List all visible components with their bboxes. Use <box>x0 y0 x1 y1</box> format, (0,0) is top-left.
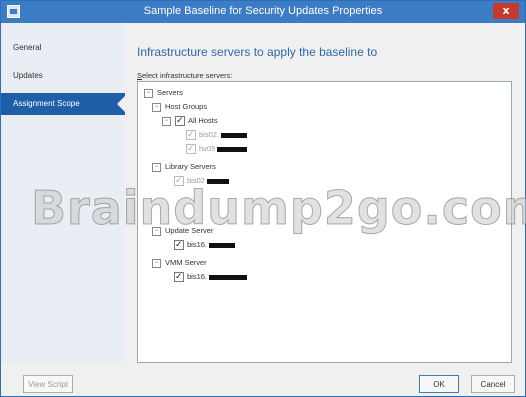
properties-dialog: Sample Baseline for Security Updates Pro… <box>0 0 526 397</box>
view-script-button[interactable]: View Script <box>23 375 73 393</box>
tree-node-host-1[interactable]: bis02. <box>186 128 248 141</box>
redaction-mark <box>209 274 248 280</box>
library-1-label: bis02 <box>187 176 205 185</box>
title-bar: Sample Baseline for Security Updates Pro… <box>1 1 525 23</box>
nav-item-assignment-scope[interactable]: Assignment Scope <box>1 93 125 115</box>
tree-node-all-hosts[interactable]: − All Hosts <box>162 114 218 127</box>
host-1-checkbox[interactable] <box>186 128 196 141</box>
collapse-icon[interactable]: − <box>152 102 161 112</box>
library-servers-label: Library Servers <box>165 162 216 171</box>
collapse-icon[interactable]: − <box>152 162 161 172</box>
page-heading: Infrastructure servers to apply the base… <box>137 45 378 59</box>
nav-item-general[interactable]: General <box>1 37 125 59</box>
tree-node-vmm-1[interactable]: bis16. <box>174 270 248 283</box>
host-1-label: bis02. <box>199 130 220 139</box>
vmm-1-checkbox[interactable] <box>174 270 184 283</box>
nav-item-updates[interactable]: Updates <box>1 65 125 87</box>
infrastructure-server-tree[interactable]: −Servers −Host Groups −All Hosts bis02. … <box>137 81 512 363</box>
tree-node-servers[interactable]: − Servers <box>144 87 183 99</box>
redaction-mark <box>221 132 248 138</box>
tree-node-update-server[interactable]: − Update Server <box>152 225 213 237</box>
left-navigation: General Updates Assignment Scope <box>1 23 125 363</box>
redaction-mark <box>217 146 248 152</box>
host-groups-label: Host Groups <box>165 102 208 111</box>
library-1-checkbox[interactable] <box>174 174 184 187</box>
close-button[interactable]: x <box>493 3 519 19</box>
collapse-icon[interactable]: − <box>162 116 171 126</box>
vmm-server-label: VMM Server <box>165 258 207 267</box>
redaction-mark <box>209 242 236 248</box>
redaction-mark <box>206 178 229 184</box>
servers-label: Servers <box>157 88 183 97</box>
collapse-icon[interactable]: − <box>152 258 161 268</box>
vmm-1-label: bis16. <box>187 272 208 281</box>
ok-button[interactable]: OK <box>419 375 459 393</box>
collapse-icon[interactable]: − <box>144 88 153 98</box>
all-hosts-checkbox[interactable] <box>175 114 185 127</box>
tree-node-update-1[interactable]: bis16. <box>174 238 236 251</box>
tree-node-host-2[interactable]: hv05 <box>186 142 248 155</box>
window-title: Sample Baseline for Security Updates Pro… <box>143 5 383 17</box>
select-servers-label: Select infrastructure servers: <box>137 71 232 80</box>
select-servers-label-text: elect infrastructure servers: <box>142 71 233 80</box>
all-hosts-label: All Hosts <box>188 116 218 125</box>
cancel-button[interactable]: Cancel <box>471 375 515 393</box>
tree-node-library-1[interactable]: bis02 <box>174 174 229 187</box>
update-1-label: bis16. <box>187 240 208 249</box>
update-1-checkbox[interactable] <box>174 238 184 251</box>
tree-node-library-servers[interactable]: − Library Servers <box>152 161 216 173</box>
collapse-icon[interactable]: − <box>152 226 161 236</box>
update-server-label: Update Server <box>165 226 214 235</box>
tree-node-vmm-server[interactable]: − VMM Server <box>152 257 207 269</box>
host-2-checkbox[interactable] <box>186 142 196 155</box>
tree-node-host-groups[interactable]: − Host Groups <box>152 101 207 113</box>
host-2-label: hv05 <box>199 144 216 153</box>
